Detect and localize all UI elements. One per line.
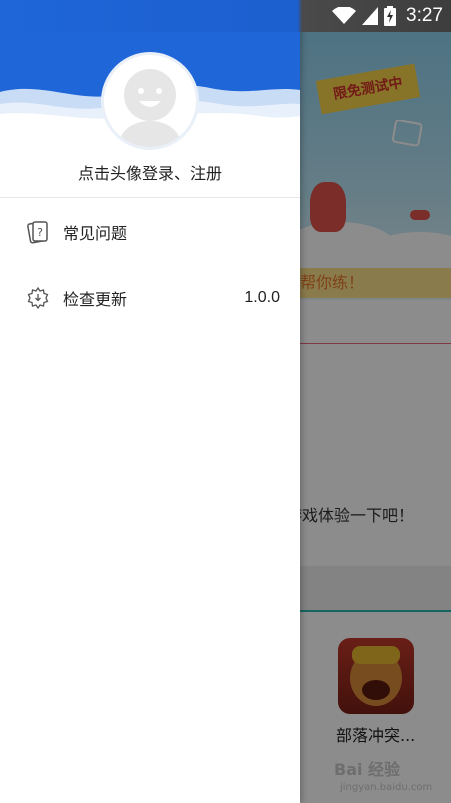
version-number: 1.0.0 — [244, 289, 280, 306]
drawer-scrim[interactable] — [300, 32, 451, 803]
battery-charging-icon — [384, 6, 397, 26]
status-icons: 3:27 — [332, 0, 443, 32]
menu-item-faq[interactable]: ? 常见问题 — [0, 206, 300, 258]
avatar[interactable] — [101, 52, 199, 150]
update-gear-icon — [25, 285, 51, 311]
menu-item-check-update[interactable]: 检查更新 1.0.0 — [0, 272, 300, 324]
menu-label-faq: 常见问题 — [63, 224, 128, 243]
signal-icon — [362, 7, 379, 25]
svg-text:?: ? — [37, 226, 43, 239]
background-app[interactable]: 限免测试中 帮你练！ 游戏体验一下吧！ 部落冲突... Bai 经验 jingy… — [300, 32, 451, 803]
navigation-drawer: 点击头像登录、注册 ? 常见问题 检查更新 1.0.0 — [0, 0, 300, 803]
login-prompt[interactable]: 点击头像登录、注册 — [0, 160, 300, 184]
status-time: 3:27 — [406, 5, 443, 26]
default-avatar-icon — [118, 69, 182, 147]
wifi-icon — [332, 7, 357, 24]
status-bar: 3:27 — [0, 0, 451, 32]
faq-card-icon: ? — [25, 219, 51, 245]
header-divider — [0, 197, 300, 198]
menu-label-check-update: 检查更新 — [63, 290, 128, 309]
